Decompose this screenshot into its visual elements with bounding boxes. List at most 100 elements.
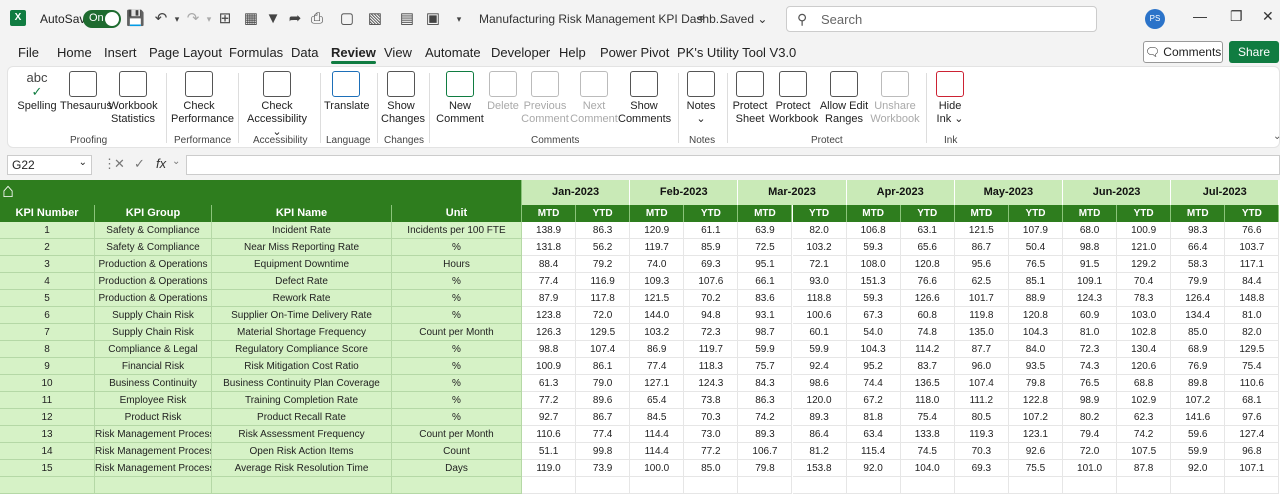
value-cell[interactable]	[1008, 477, 1063, 494]
kpi-name-cell[interactable]: Training Completion Rate	[212, 392, 392, 409]
kpi-num-cell[interactable]: 4	[0, 273, 95, 290]
notes-button[interactable]: Notes ⌄	[682, 71, 720, 126]
value-cell[interactable]: 76.5	[1008, 256, 1063, 273]
search-input[interactable]: Search	[821, 12, 862, 27]
month-header[interactable]: May-2023	[954, 180, 1063, 205]
month-header[interactable]: Apr-2023	[846, 180, 955, 205]
mtd-header[interactable]: MTD	[1063, 205, 1118, 222]
value-cell[interactable]: 86.3	[738, 392, 793, 409]
value-cell[interactable]: 83.7	[900, 358, 955, 375]
value-cell[interactable]: 58.3	[1171, 256, 1226, 273]
value-cell[interactable]: 80.2	[1063, 409, 1118, 426]
value-cell[interactable]: 59.3	[846, 290, 901, 307]
sensitivity-icon[interactable]: ⚭	[692, 10, 710, 28]
value-cell[interactable]: 123.8	[522, 307, 577, 324]
value-cell[interactable]: 83.6	[738, 290, 793, 307]
check-performance-button[interactable]: Check Performance	[171, 71, 234, 126]
value-cell[interactable]: 126.4	[1171, 290, 1226, 307]
value-cell[interactable]: 116.9	[576, 273, 631, 290]
show-changes-button[interactable]: Show Changes	[381, 71, 425, 126]
value-cell[interactable]: 107.2	[1008, 409, 1063, 426]
value-cell[interactable]: 78.3	[1117, 290, 1172, 307]
value-cell[interactable]: 89.3	[738, 426, 793, 443]
restore-icon[interactable]: ❐	[1230, 8, 1243, 25]
value-cell[interactable]: 67.2	[846, 392, 901, 409]
protect-sheet-button[interactable]: Protect Sheet	[731, 71, 769, 126]
value-cell[interactable]: 70.3	[684, 409, 739, 426]
value-cell[interactable]: 117.8	[576, 290, 631, 307]
close-icon[interactable]: ✕	[1262, 8, 1274, 25]
value-cell[interactable]: 100.9	[1117, 222, 1172, 239]
value-cell[interactable]: 79.9	[1171, 273, 1226, 290]
value-cell[interactable]: 89.3	[792, 409, 847, 426]
kpi-num-cell[interactable]: 11	[0, 392, 95, 409]
value-cell[interactable]: 70.2	[684, 290, 739, 307]
value-cell[interactable]: 63.9	[738, 222, 793, 239]
value-cell[interactable]: 59.3	[846, 239, 901, 256]
value-cell[interactable]	[1225, 477, 1280, 494]
value-cell[interactable]: 81.0	[1063, 324, 1118, 341]
value-cell[interactable]: 75.4	[1225, 358, 1280, 375]
unshare-workbook-button[interactable]: Unshare Workbook	[870, 71, 920, 126]
value-cell[interactable]: 120.8	[1008, 307, 1063, 324]
fx-dropdown-icon[interactable]: ⌄	[172, 156, 180, 167]
minimize-icon[interactable]: —	[1193, 8, 1207, 24]
tab-review[interactable]: Review	[331, 45, 376, 64]
value-cell[interactable]: 148.8	[1225, 290, 1280, 307]
value-cell[interactable]: 79.8	[1008, 375, 1063, 392]
autosave-toggle[interactable]: On	[83, 10, 121, 28]
kpi-unit-cell[interactable]: Days	[392, 460, 522, 477]
value-cell[interactable]: 88.9	[1008, 290, 1063, 307]
value-cell[interactable]: 121.0	[1117, 239, 1172, 256]
value-cell[interactable]	[1171, 477, 1226, 494]
value-cell[interactable]: 119.0	[522, 460, 577, 477]
value-cell[interactable]: 61.1	[684, 222, 739, 239]
value-cell[interactable]: 98.8	[522, 341, 577, 358]
value-cell[interactable]: 121.5	[630, 290, 685, 307]
value-cell[interactable]: 107.9	[1008, 222, 1063, 239]
show-comments-button[interactable]: Show Comments	[618, 71, 671, 126]
search-box[interactable]: ⚲ Search	[786, 6, 1097, 32]
value-cell[interactable]: 129.2	[1117, 256, 1172, 273]
kpi-group-cell[interactable]: Business Continuity	[95, 375, 212, 392]
value-cell[interactable]: 74.3	[1063, 358, 1118, 375]
value-cell[interactable]: 106.7	[738, 443, 793, 460]
kpi-num-cell[interactable]: 15	[0, 460, 95, 477]
dashboard-banner[interactable]: ⌂	[0, 180, 522, 205]
value-cell[interactable]: 103.7	[1225, 239, 1280, 256]
value-cell[interactable]: 98.6	[792, 375, 847, 392]
tab-developer[interactable]: Developer	[491, 45, 550, 60]
value-cell[interactable]: 74.2	[1117, 426, 1172, 443]
value-cell[interactable]: 72.3	[1063, 341, 1118, 358]
value-cell[interactable]: 118.3	[684, 358, 739, 375]
ytd-header[interactable]: YTD	[1225, 205, 1280, 222]
check-accessibility-button[interactable]: Check Accessibility ⌄	[243, 71, 311, 139]
value-cell[interactable]: 81.0	[1225, 307, 1280, 324]
name-box[interactable]: G22 ⌄	[7, 155, 92, 175]
value-cell[interactable]: 63.1	[900, 222, 955, 239]
value-cell[interactable]	[846, 477, 901, 494]
value-cell[interactable]: 153.8	[792, 460, 847, 477]
value-cell[interactable]	[684, 477, 739, 494]
value-cell[interactable]: 87.8	[1117, 460, 1172, 477]
value-cell[interactable]: 82.0	[792, 222, 847, 239]
value-cell[interactable]: 110.6	[522, 426, 577, 443]
value-cell[interactable]: 141.6	[1171, 409, 1226, 426]
kpi-unit-cell[interactable]: %	[392, 409, 522, 426]
value-cell[interactable]: 107.2	[1171, 392, 1226, 409]
value-cell[interactable]: 87.7	[954, 341, 1009, 358]
kpi-unit-cell[interactable]: Count per Month	[392, 426, 522, 443]
value-cell[interactable]: 134.4	[1171, 307, 1226, 324]
value-cell[interactable]: 75.4	[900, 409, 955, 426]
spelling-button[interactable]: abc ✓ Spelling	[16, 71, 58, 113]
tab-help[interactable]: Help	[559, 45, 586, 60]
form-icon[interactable]: ▤	[398, 10, 416, 28]
calculator-icon[interactable]: ▧	[366, 10, 384, 28]
kpi-num-cell[interactable]: 8	[0, 341, 95, 358]
value-cell[interactable]: 59.9	[792, 341, 847, 358]
value-cell[interactable]: 104.0	[900, 460, 955, 477]
value-cell[interactable]	[630, 477, 685, 494]
value-cell[interactable]: 86.9	[630, 341, 685, 358]
value-cell[interactable]: 111.2	[954, 392, 1009, 409]
value-cell[interactable]: 119.8	[954, 307, 1009, 324]
